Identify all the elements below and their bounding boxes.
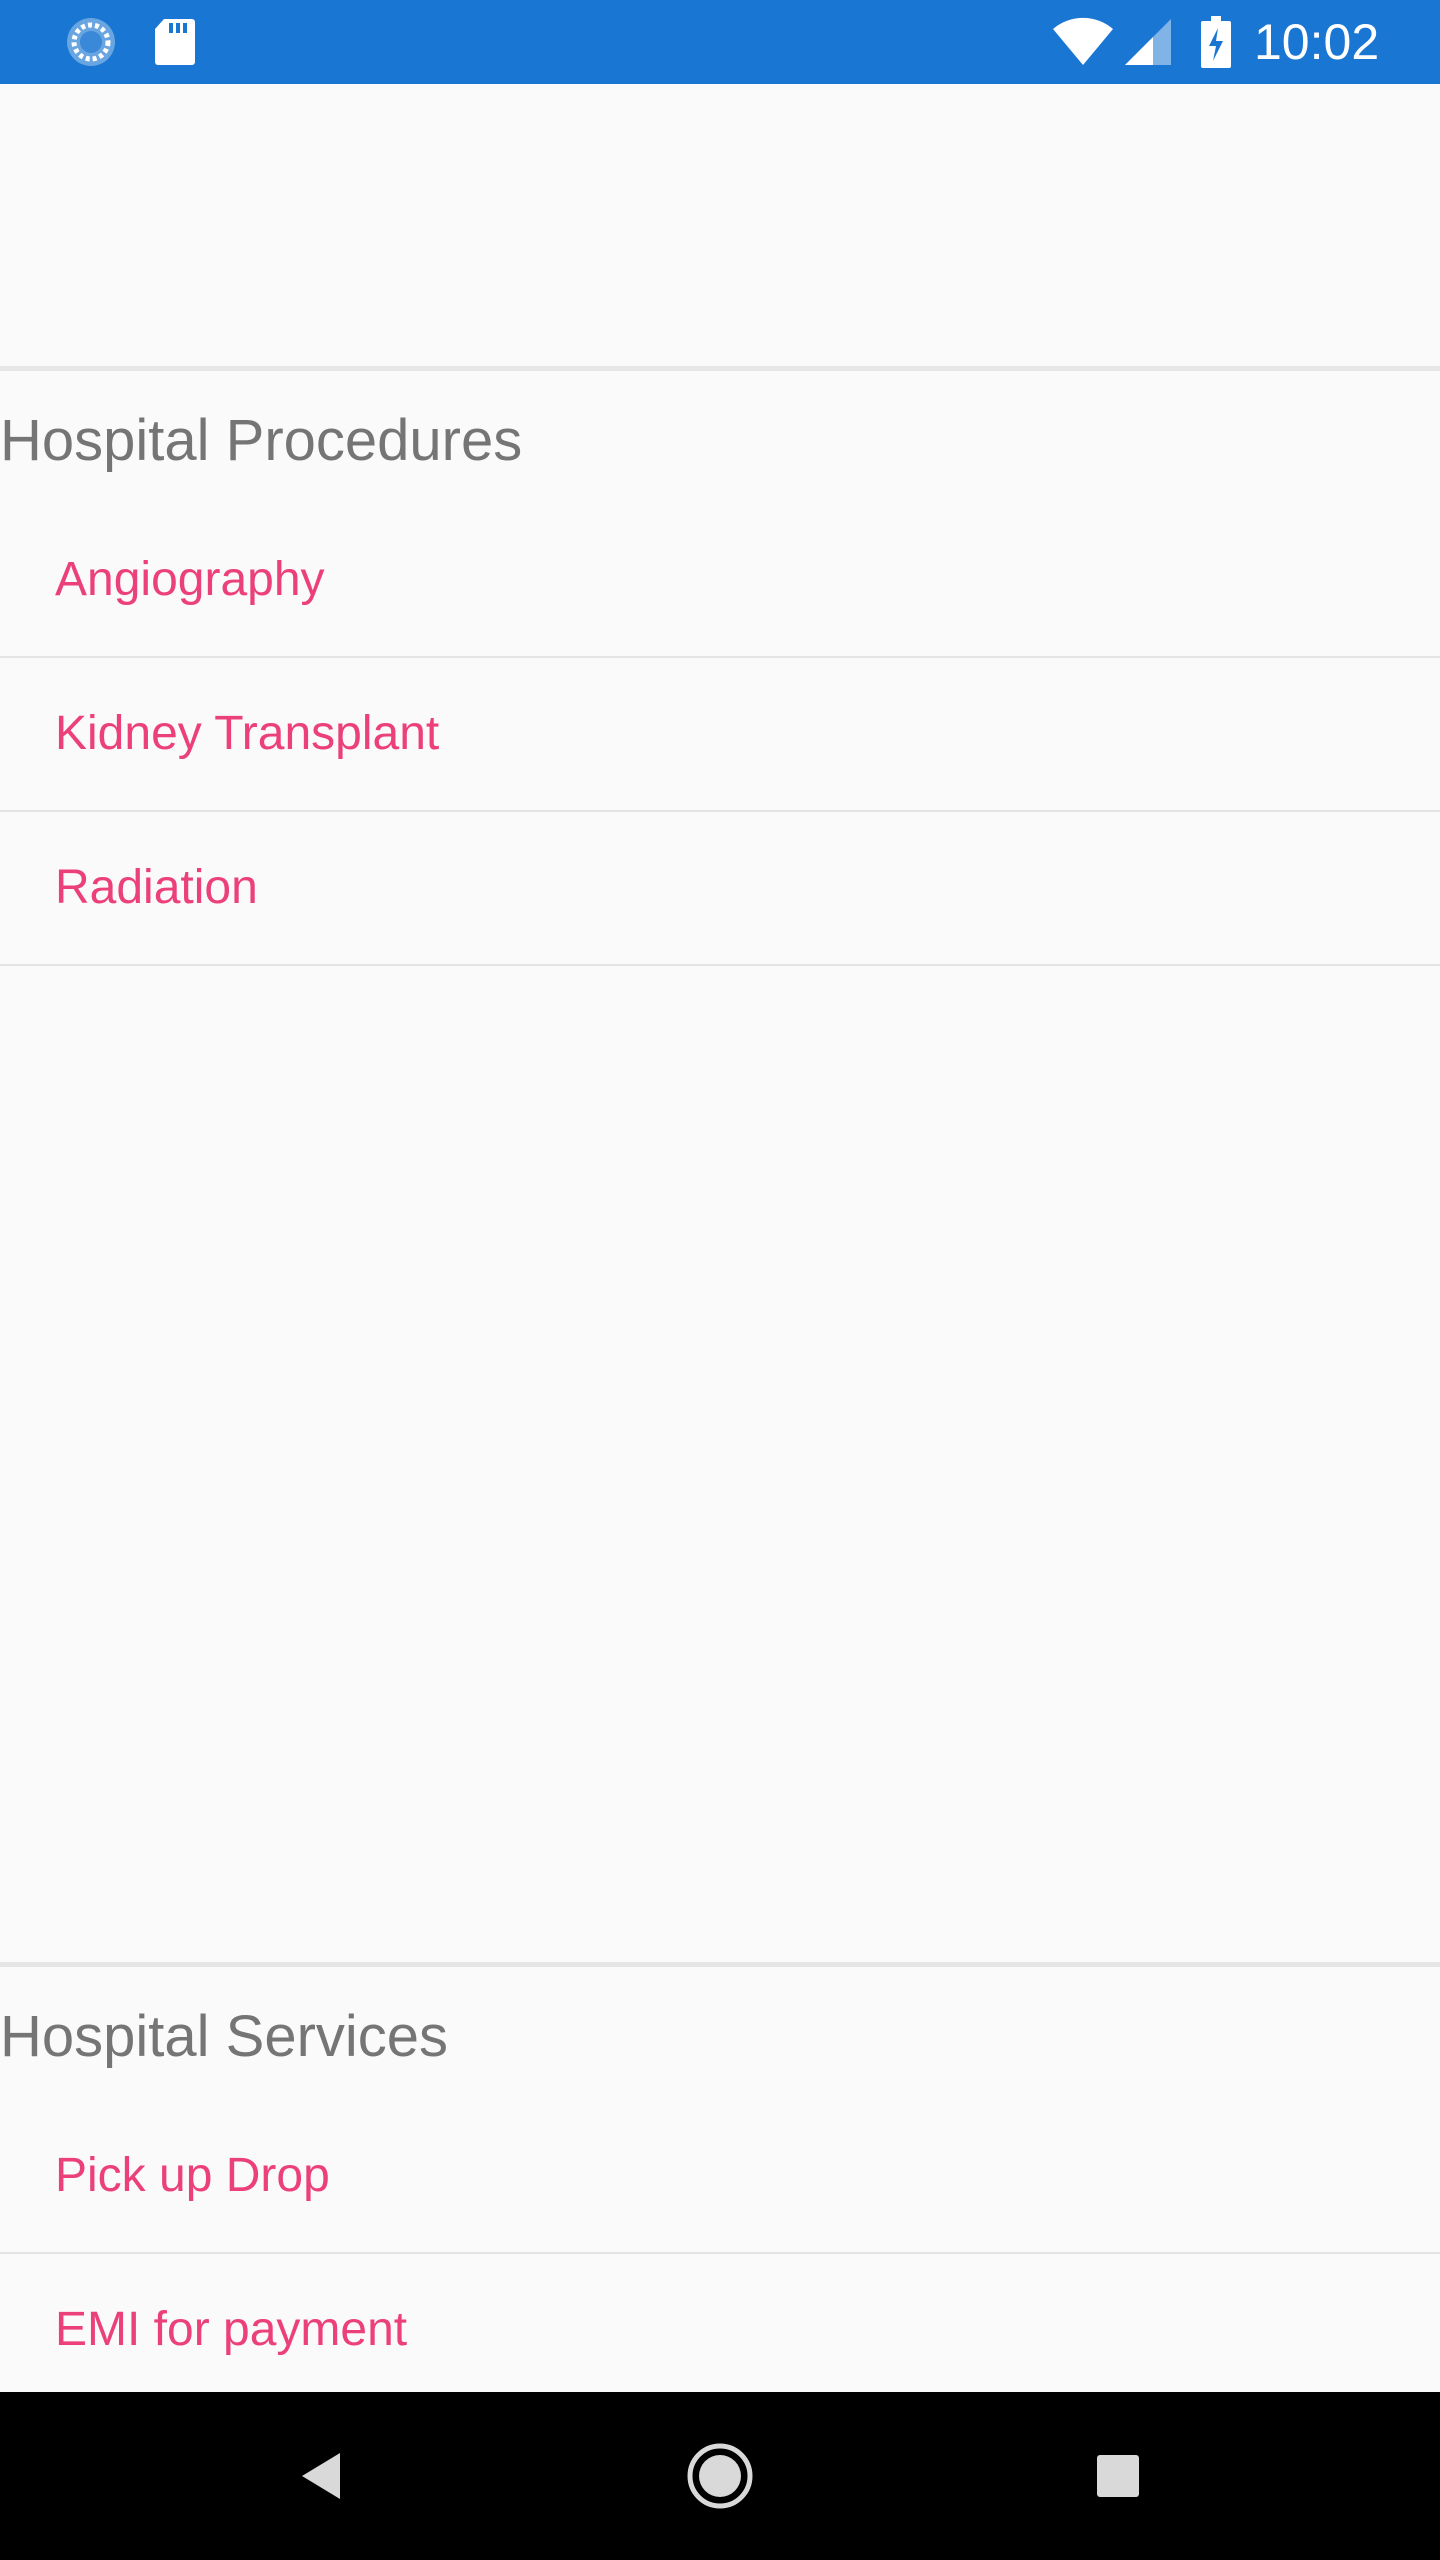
list-item-label: Angiography	[55, 553, 325, 606]
list-item-label: Radiation	[55, 861, 258, 914]
section-divider	[0, 366, 1440, 371]
list-item-label: EMI for payment	[55, 2303, 408, 2356]
home-icon[interactable]	[650, 2392, 790, 2560]
list-item-label: Kidney Transplant	[55, 707, 440, 760]
list-item-kidney-transplant[interactable]: Kidney Transplant	[0, 658, 1440, 812]
section-title-procedures: Hospital Procedures	[0, 408, 523, 473]
sd-card-icon	[150, 0, 200, 84]
section-title-services: Hospital Services	[0, 2004, 449, 2069]
list-item-pick-up-drop[interactable]: Pick up Drop	[0, 2100, 1440, 2254]
navigation-bar	[0, 2392, 1440, 2560]
list-item-radiation[interactable]: Radiation	[0, 812, 1440, 966]
wifi-icon	[1050, 0, 1116, 84]
list-item-emi-for-payment[interactable]: EMI for payment	[0, 2254, 1440, 2408]
section-divider	[0, 1962, 1440, 1967]
battery-charging-icon	[1196, 0, 1236, 84]
status-bar: 10:02	[0, 0, 1440, 84]
sync-icon	[58, 0, 124, 84]
header-area	[0, 84, 1440, 366]
list-item-angiography[interactable]: Angiography	[0, 504, 1440, 658]
list-item-label: Pick up Drop	[55, 2149, 330, 2202]
cell-signal-icon	[1120, 0, 1176, 84]
status-time: 10:02	[1254, 14, 1380, 70]
recents-icon[interactable]	[1048, 2392, 1188, 2560]
back-icon[interactable]	[250, 2392, 390, 2560]
